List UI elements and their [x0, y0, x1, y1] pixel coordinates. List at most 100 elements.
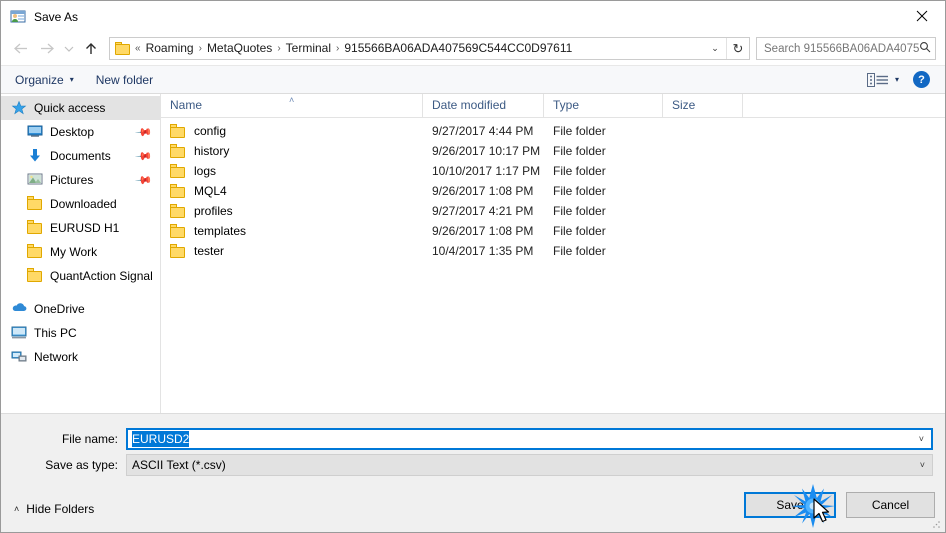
- save-button[interactable]: Save: [744, 492, 836, 518]
- refresh-icon[interactable]: ↻: [726, 38, 749, 59]
- chevron-down-icon[interactable]: ˅: [920, 460, 925, 470]
- organize-button[interactable]: Organize ▾: [15, 73, 74, 87]
- table-row[interactable]: profiles 9/27/2017 4:21 PM File folder: [161, 201, 945, 221]
- hide-folders-button[interactable]: ˄ Hide Folders: [14, 502, 94, 516]
- column-header-name[interactable]: Name ˄: [161, 94, 423, 117]
- sidebar-item-quick-access[interactable]: Quick access: [1, 96, 160, 120]
- onedrive-cloud-icon: [11, 301, 27, 317]
- file-name-label: File name:: [61, 432, 118, 446]
- sidebar-item-quantaction-signal[interactable]: QuantAction Signal: [1, 264, 160, 288]
- chevron-up-icon: ˄: [14, 504, 20, 514]
- folder-icon: [27, 244, 43, 260]
- folder-icon: [170, 184, 186, 198]
- title-bar: Save As: [1, 1, 945, 32]
- table-row[interactable]: logs 10/10/2017 1:17 PM File folder: [161, 161, 945, 181]
- file-name-label: MQL4: [194, 184, 227, 198]
- network-icon: [11, 349, 27, 365]
- column-header-type[interactable]: Type: [544, 94, 663, 117]
- new-folder-label: New folder: [95, 72, 154, 87]
- sidebar-item-my-work[interactable]: My Work: [1, 240, 160, 264]
- sidebar-item-eurusd-h1[interactable]: EURUSD H1: [1, 216, 160, 240]
- file-name-cell: tester: [161, 244, 423, 258]
- file-name-label: history: [194, 144, 230, 158]
- table-row[interactable]: templates 9/26/2017 1:08 PM File folder: [161, 221, 945, 241]
- folder-icon: [115, 42, 130, 55]
- save-form-panel: File name: EURUSD2 ˅ Save as type: ASCII…: [1, 413, 945, 532]
- file-name-row: File name: EURUSD2 ˅: [1, 428, 933, 450]
- file-name-cell: config: [161, 124, 423, 138]
- breadcrumb-terminal-id[interactable]: 915566BA06ADA407569C544CC0D97611: [340, 38, 576, 59]
- cancel-button-label: Cancel: [871, 498, 910, 512]
- folder-icon: [170, 244, 186, 258]
- new-folder-button[interactable]: New folder: [96, 73, 153, 87]
- organize-label: Organize: [15, 72, 64, 87]
- chevron-down-icon[interactable]: ˅: [919, 434, 924, 444]
- search-input[interactable]: Search 915566BA06ADA40756...: [764, 43, 919, 55]
- save-as-type-row: Save as type: ASCII Text (*.csv) ˅: [1, 454, 933, 476]
- sidebar-item-desktop[interactable]: Desktop 📌: [1, 120, 160, 144]
- column-header-date-modified[interactable]: Date modified: [423, 94, 544, 117]
- file-name-cell: MQL4: [161, 184, 423, 198]
- sidebar-item-label: OneDrive: [34, 302, 85, 316]
- pictures-icon: [27, 172, 43, 188]
- file-date-cell: 9/27/2017 4:44 PM: [432, 124, 534, 138]
- sidebar-item-label: Downloaded: [50, 197, 117, 211]
- pin-icon[interactable]: 📌: [135, 171, 154, 189]
- sidebar-item-onedrive[interactable]: OneDrive: [1, 297, 160, 321]
- cancel-button[interactable]: Cancel: [846, 492, 935, 518]
- sidebar-item-documents[interactable]: Documents 📌: [1, 144, 160, 168]
- file-date-cell: 9/26/2017 1:08 PM: [432, 224, 534, 238]
- file-type-cell: File folder: [553, 244, 606, 258]
- up-arrow-icon[interactable]: [78, 36, 104, 62]
- save-as-type-select[interactable]: ASCII Text (*.csv) ˅: [126, 454, 933, 476]
- view-dropdown-icon[interactable]: ▾: [895, 75, 899, 84]
- view-mode-icon[interactable]: [866, 72, 889, 88]
- breadcrumb-metaquotes[interactable]: MetaQuotes: [203, 38, 276, 59]
- folder-icon: [27, 268, 43, 284]
- sidebar-item-label: Quick access: [34, 101, 106, 115]
- desktop-icon: [27, 124, 43, 140]
- hide-folders-label: Hide Folders: [26, 502, 95, 516]
- file-date-cell: 9/26/2017 1:08 PM: [432, 184, 534, 198]
- pin-icon[interactable]: 📌: [135, 123, 154, 141]
- breadcrumb-terminal[interactable]: Terminal: [282, 38, 335, 59]
- save-as-dialog: Save As « Roaming › MetaQuotes › Termina…: [0, 0, 946, 533]
- file-type-cell: File folder: [553, 124, 606, 138]
- table-row[interactable]: config 9/27/2017 4:44 PM File folder: [161, 121, 945, 141]
- column-header-size[interactable]: Size: [663, 94, 743, 117]
- sidebar-item-this-pc[interactable]: This PC: [1, 321, 160, 345]
- file-name-cell: history: [161, 144, 423, 158]
- save-as-type-label: Save as type:: [45, 458, 118, 472]
- address-bar[interactable]: « Roaming › MetaQuotes › Terminal › 9155…: [109, 37, 750, 60]
- search-box[interactable]: Search 915566BA06ADA40756...: [756, 37, 936, 60]
- table-row[interactable]: MQL4 9/26/2017 1:08 PM File folder: [161, 181, 945, 201]
- file-type-cell: File folder: [553, 224, 606, 238]
- file-date-cell: 9/27/2017 4:21 PM: [432, 204, 534, 218]
- folder-icon: [170, 144, 186, 158]
- file-name-input[interactable]: EURUSD2 ˅: [126, 428, 933, 450]
- sidebar-item-downloaded[interactable]: Downloaded: [1, 192, 160, 216]
- sidebar-item-label: Network: [34, 350, 79, 364]
- window-title: Save As: [34, 9, 79, 24]
- address-dropdown-icon[interactable]: ⌄: [704, 43, 726, 54]
- file-name-label: config: [194, 124, 227, 138]
- table-row[interactable]: tester 10/4/2017 1:35 PM File folder: [161, 241, 945, 261]
- sidebar-item-pictures[interactable]: Pictures 📌: [1, 168, 160, 192]
- file-type-cell: File folder: [553, 144, 606, 158]
- sidebar-item-label: This PC: [34, 326, 77, 340]
- file-date-cell: 10/10/2017 1:17 PM: [432, 164, 541, 178]
- sidebar-item-network[interactable]: Network: [1, 345, 160, 369]
- resize-grip-icon[interactable]: [930, 518, 942, 530]
- chevron-down-icon[interactable]: [60, 36, 78, 62]
- sidebar-item-label: Pictures: [50, 173, 94, 187]
- file-rows: config 9/27/2017 4:44 PM File folder his…: [161, 118, 945, 413]
- close-icon[interactable]: [899, 1, 945, 31]
- folder-icon: [170, 164, 186, 178]
- file-date-cell: 10/4/2017 1:35 PM: [432, 244, 534, 258]
- forward-arrow-icon[interactable]: [34, 36, 60, 62]
- table-row[interactable]: history 9/26/2017 10:17 PM File folder: [161, 141, 945, 161]
- help-button[interactable]: ?: [913, 71, 930, 88]
- back-arrow-icon[interactable]: [8, 36, 34, 62]
- pin-icon[interactable]: 📌: [135, 147, 154, 165]
- breadcrumb-roaming[interactable]: Roaming: [142, 38, 198, 59]
